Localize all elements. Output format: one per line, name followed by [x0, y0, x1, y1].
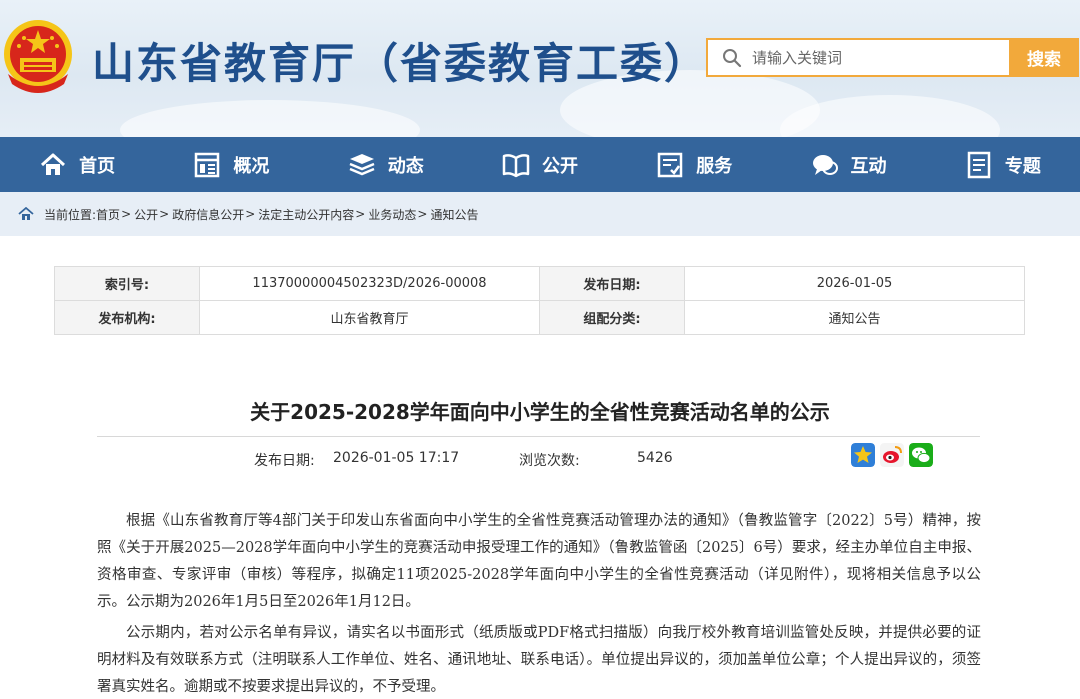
- search-input[interactable]: [752, 48, 992, 67]
- title-divider: [97, 436, 980, 437]
- service-icon: [658, 152, 683, 177]
- overview-icon: [195, 152, 220, 177]
- nav-item-label: 专题: [1004, 155, 1041, 177]
- breadcrumb-separator: >: [355, 207, 366, 221]
- nav-item-open[interactable]: 公开: [463, 137, 617, 192]
- breadcrumb-item-home[interactable]: 首页: [96, 206, 120, 223]
- nav-item-news[interactable]: 动态: [309, 137, 463, 192]
- breadcrumb-separator: >: [417, 207, 428, 221]
- breadcrumb: 当前位置: 首页 > 公开 > 政府信息公开 > 法定主动公开内容 > 业务动态 > 通知…: [0, 192, 1080, 236]
- pub-date-value: 2026-01-05: [684, 266, 1025, 301]
- article-paragraph: 公示期内，若对公示名单有异议，请实名以书面形式（纸质版或PDF格式扫描版）向我厅…: [97, 625, 981, 695]
- article-date-value: 2026-01-05 17:17: [333, 450, 460, 466]
- index-value: 11370000004502323D/2026-00008: [199, 266, 540, 301]
- nav-item-label: 服务: [696, 155, 733, 177]
- table-row: 索引号: 11370000004502323D/2026-00008 发布日期:…: [54, 266, 1025, 301]
- news-icon: [349, 153, 375, 175]
- nav-item-home[interactable]: 首页: [0, 137, 154, 192]
- header-cloud-decoration: [120, 100, 420, 137]
- breadcrumb-item-gov-info[interactable]: 政府信息公开: [172, 206, 244, 223]
- nav-item-label: 公开: [541, 155, 578, 177]
- national-emblem-icon[interactable]: [2, 18, 74, 96]
- nav-item-service[interactable]: 服务: [617, 137, 771, 192]
- search-icon: [723, 48, 742, 67]
- article-title: 关于2025-2028学年面向中小学生的全省性竞赛活动名单的公示: [250, 400, 830, 424]
- table-row: 发布机构: 山东省教育厅 组配分类: 通知公告: [54, 300, 1025, 335]
- views-label: 浏览次数:: [519, 453, 580, 469]
- search-box: [706, 38, 1010, 77]
- breadcrumb-item-notice[interactable]: 通知公告: [430, 206, 478, 223]
- nav-item-label: 首页: [79, 155, 116, 177]
- nav-item-interact[interactable]: 互动: [771, 137, 925, 192]
- breadcrumb-item-statutory[interactable]: 法定主动公开内容: [258, 206, 354, 223]
- nav-item-overview[interactable]: 概况: [154, 137, 308, 192]
- nav-item-label: 动态: [387, 155, 424, 177]
- index-label: 索引号:: [54, 266, 200, 301]
- search-button[interactable]: 搜索: [1009, 38, 1079, 77]
- org-label: 发布机构:: [54, 300, 200, 335]
- category-value: 通知公告: [684, 300, 1025, 335]
- location-icon: [18, 207, 34, 220]
- nav-item-label: 概况: [233, 155, 270, 177]
- breadcrumb-item-open[interactable]: 公开: [134, 206, 158, 223]
- main-nav: 首页 概况 动态 公开 服务 互动 专题: [0, 137, 1080, 192]
- breadcrumb-separator: >: [159, 207, 170, 221]
- chat-icon: [812, 154, 838, 175]
- nav-item-label: 互动: [850, 155, 887, 177]
- org-value: 山东省教育厅: [199, 300, 540, 335]
- topic-icon: [967, 151, 991, 178]
- share-weibo-icon[interactable]: [880, 443, 904, 467]
- breadcrumb-prefix: 当前位置:: [44, 207, 97, 222]
- share-qzone-icon[interactable]: [851, 443, 875, 467]
- site-title[interactable]: 山东省教育厅（省委教育工委）: [92, 30, 708, 91]
- breadcrumb-separator: >: [121, 207, 132, 221]
- home-icon: [41, 153, 66, 175]
- site-header: 山东省教育厅（省委教育工委） 搜索: [0, 0, 1080, 137]
- open-book-icon: [502, 153, 530, 177]
- nav-item-topic[interactable]: 专题: [926, 137, 1080, 192]
- breadcrumb-item-business[interactable]: 业务动态: [368, 206, 416, 223]
- breadcrumb-separator: >: [245, 207, 256, 221]
- share-wechat-icon[interactable]: [909, 443, 933, 467]
- article-paragraph: 根据《山东省教育厅等4部门关于印发山东省面向中小学生的全省性竞赛活动管理办法的通…: [97, 513, 981, 610]
- category-label: 组配分类:: [539, 300, 685, 335]
- document-info-table: 索引号: 11370000004502323D/2026-00008 发布日期:…: [54, 266, 1025, 335]
- views-value: 5426: [637, 450, 673, 466]
- pub-date-label: 发布日期:: [539, 266, 685, 301]
- article-date-label: 发布日期:: [254, 453, 315, 469]
